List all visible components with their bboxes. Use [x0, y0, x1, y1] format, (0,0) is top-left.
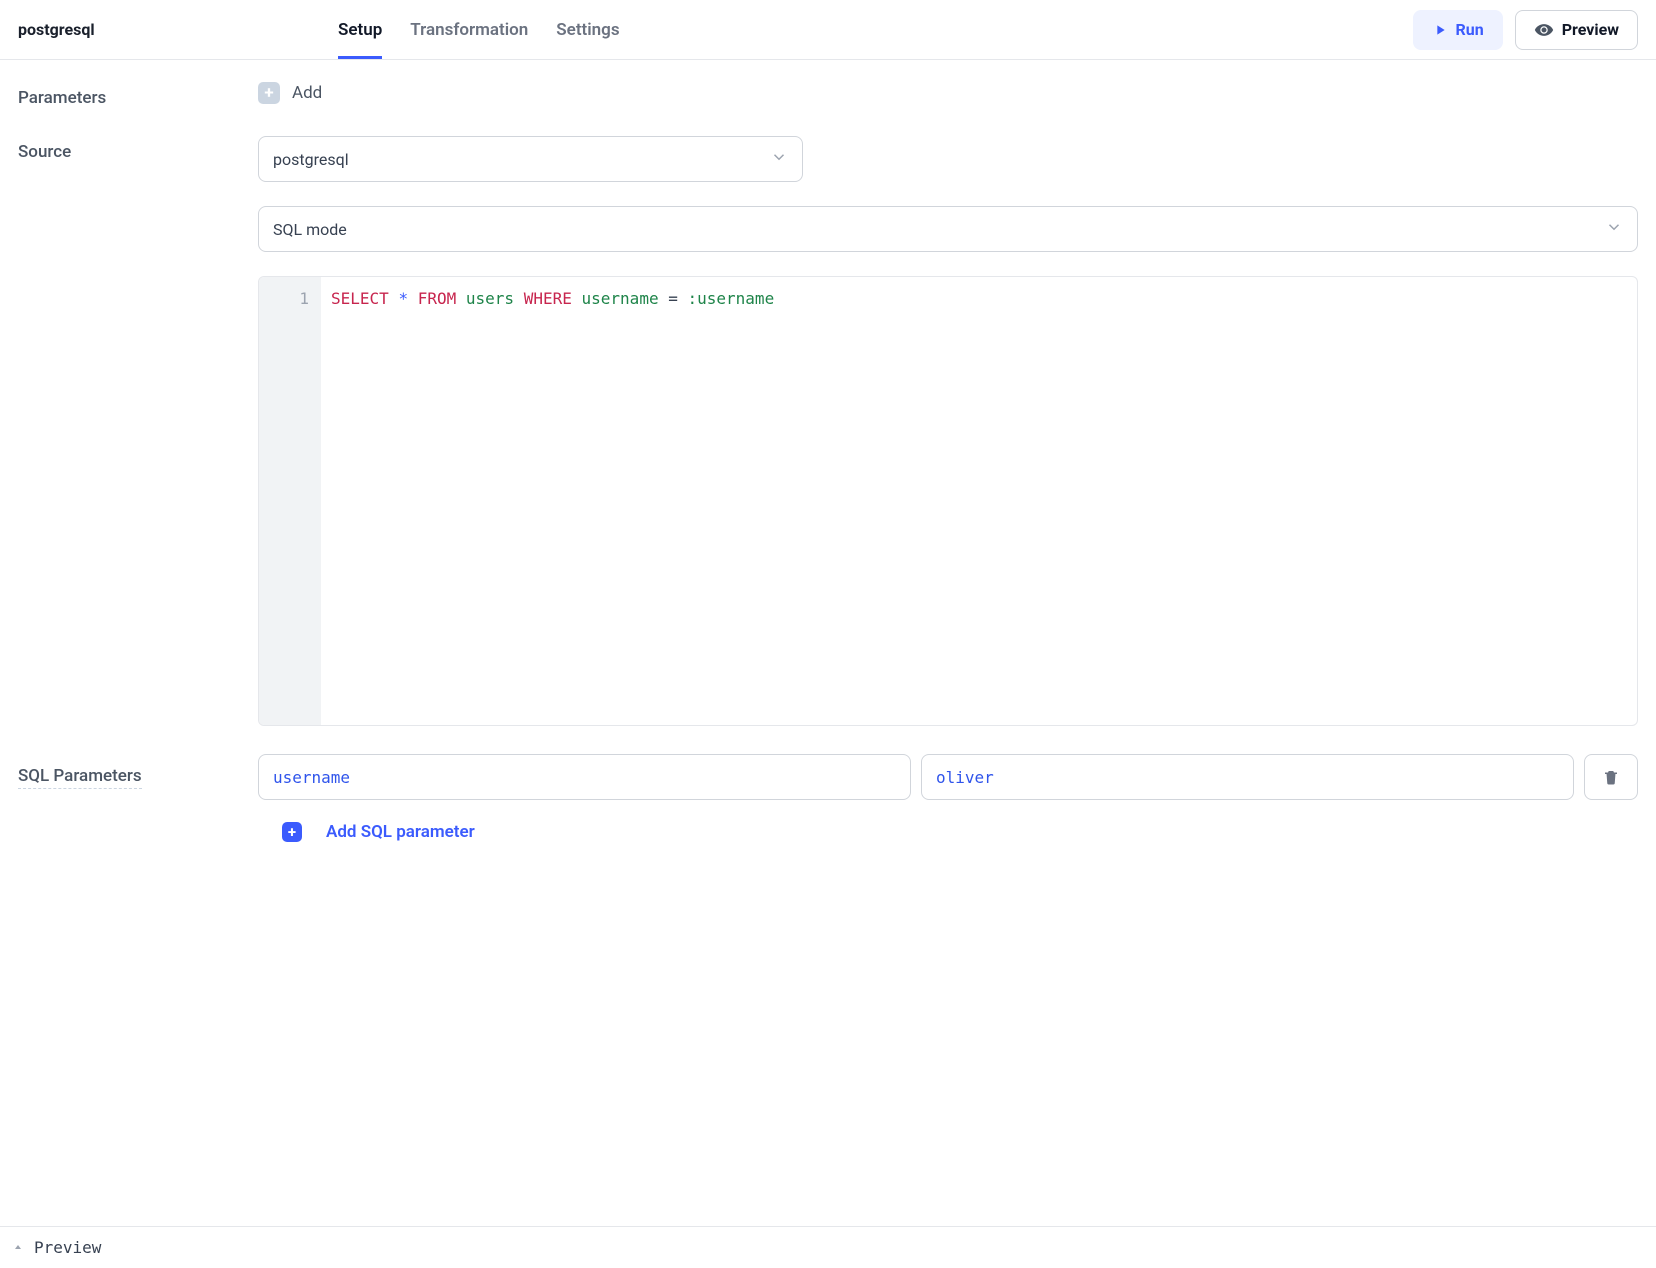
triangle-up-icon: [12, 1238, 24, 1257]
preview-panel-label: Preview: [34, 1238, 101, 1257]
tab-label: Transformation: [410, 20, 528, 40]
datasource-select[interactable]: postgresql: [258, 136, 803, 182]
add-parameter-button[interactable]: + Add: [258, 82, 322, 104]
sql-editor[interactable]: 1 SELECT * FROM users WHERE username = :…: [258, 276, 1638, 726]
eye-icon: [1534, 20, 1554, 40]
parameters-content: + Add: [258, 82, 1638, 104]
sql-parameters-label-cell: SQL Parameters: [18, 754, 238, 789]
run-button-label: Run: [1456, 20, 1484, 39]
preview-button[interactable]: Preview: [1515, 10, 1638, 50]
add-sql-parameter-label: Add SQL parameter: [326, 822, 475, 842]
run-button[interactable]: Run: [1413, 10, 1503, 50]
header-actions: Run Preview: [1413, 10, 1638, 50]
tab-label: Settings: [556, 20, 619, 40]
trash-icon: [1602, 768, 1620, 786]
preview-button-label: Preview: [1562, 20, 1619, 39]
sql-keyword: FROM: [418, 289, 457, 308]
datasource-select-value: postgresql: [273, 150, 349, 169]
play-icon: [1432, 22, 1448, 38]
editor-gutter: 1: [259, 277, 321, 725]
parameters-row: Parameters + Add: [18, 82, 1638, 108]
sql-parameter-key-input[interactable]: [258, 754, 911, 800]
line-number: 1: [259, 289, 309, 308]
tab-transformation[interactable]: Transformation: [410, 0, 528, 59]
add-sql-parameter-button[interactable]: + Add SQL parameter: [282, 822, 475, 842]
chevron-down-icon: [1605, 218, 1623, 240]
tab-setup[interactable]: Setup: [338, 0, 382, 59]
sql-parameters-content: + Add SQL parameter: [258, 754, 1638, 842]
plus-icon: +: [282, 822, 302, 842]
tabs: Setup Transformation Settings: [338, 0, 1393, 59]
source-label: Source: [18, 136, 238, 162]
sql-identifier: username: [582, 289, 659, 308]
source-content: postgresql SQL mode 1 SELECT: [258, 136, 1638, 726]
sql-keyword: WHERE: [524, 289, 572, 308]
sql-operator: =: [668, 289, 678, 308]
mode-select-value: SQL mode: [273, 220, 347, 239]
sql-bind-param: :username: [688, 289, 775, 308]
header: postgresql Setup Transformation Settings…: [0, 0, 1656, 60]
source-row: Source postgresql SQL mode: [18, 136, 1638, 726]
sql-operator: *: [398, 289, 408, 308]
tab-settings[interactable]: Settings: [556, 0, 619, 59]
sql-parameters-label: SQL Parameters: [18, 760, 142, 789]
delete-sql-parameter-button[interactable]: [1584, 754, 1638, 800]
sql-parameter-row: [258, 754, 1638, 800]
page-title: postgresql: [18, 20, 218, 39]
body: Parameters + Add Source postgresql: [0, 60, 1656, 1226]
tab-label: Setup: [338, 20, 382, 40]
add-parameter-label: Add: [292, 83, 322, 103]
page: postgresql Setup Transformation Settings…: [0, 0, 1656, 1268]
plus-icon: +: [258, 82, 280, 104]
preview-panel-toggle[interactable]: Preview: [0, 1226, 1656, 1268]
sql-identifier: users: [466, 289, 514, 308]
sql-keyword: SELECT: [331, 289, 389, 308]
sql-parameter-value-input[interactable]: [921, 754, 1574, 800]
parameters-label: Parameters: [18, 82, 238, 108]
chevron-down-icon: [770, 148, 788, 170]
mode-select[interactable]: SQL mode: [258, 206, 1638, 252]
sql-parameters-row: SQL Parameters + Add SQL parameter: [18, 754, 1638, 842]
editor-code[interactable]: SELECT * FROM users WHERE username = :us…: [321, 277, 1637, 725]
